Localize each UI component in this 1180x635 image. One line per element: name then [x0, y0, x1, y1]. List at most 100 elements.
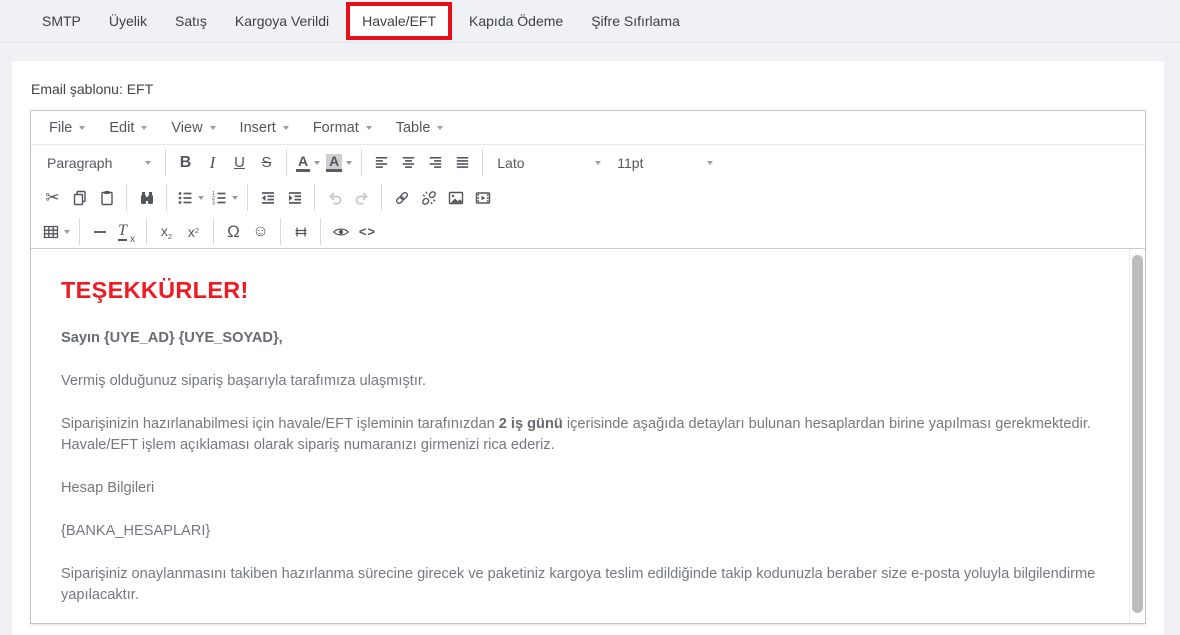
search-replace-button[interactable] [133, 184, 160, 211]
menu-view[interactable]: View [159, 113, 227, 143]
numbered-list-button[interactable]: 123 [207, 184, 241, 211]
tab-smtp[interactable]: SMTP [28, 3, 95, 39]
font-family-value: Lato [497, 155, 524, 171]
tab-sifre-sifirlama[interactable]: Şifre Sıfırlama [577, 3, 694, 39]
toolbar-row-format: Paragraph B I U S A A Lato 11pt [31, 145, 1145, 180]
chevron-down-icon [232, 196, 238, 200]
paragraph-format-select[interactable]: Paragraph [39, 149, 159, 176]
menu-edit[interactable]: Edit [97, 113, 159, 143]
toolbar-separator [482, 149, 483, 176]
align-justify-button[interactable] [449, 149, 476, 176]
chevron-down-icon [366, 126, 372, 130]
redo-button[interactable] [348, 184, 375, 211]
tab-kargoya-verildi[interactable]: Kargoya Verildi [221, 3, 343, 39]
smiley-icon: ☺ [252, 224, 268, 240]
underline-button[interactable]: U [226, 149, 253, 176]
toolbar-separator [213, 218, 214, 245]
clear-formatting-x: x [130, 235, 135, 245]
menu-table-label: Table [396, 120, 431, 136]
table-button[interactable] [39, 218, 73, 245]
editor-content-wrap: TEŞEKKÜRLER! Sayın {UYE_AD} {UYE_SOYAD},… [31, 249, 1145, 623]
paragraph-2-start: Siparişinizin hazırlanabilmesi için hava… [61, 416, 499, 432]
strikethrough-button[interactable]: S [253, 149, 280, 176]
clear-formatting-button[interactable]: Tx [113, 218, 140, 245]
page-break-button[interactable] [287, 218, 314, 245]
menu-file-label: File [49, 120, 72, 136]
bullet-list-button[interactable] [173, 184, 207, 211]
toolbar-separator [165, 149, 166, 176]
eye-icon [332, 223, 350, 241]
template-label: Email şablonu: EFT [31, 81, 1146, 97]
horizontal-rule-button[interactable] [86, 218, 113, 245]
font-size-select[interactable]: 11pt [609, 149, 721, 176]
outdent-button[interactable] [254, 184, 281, 211]
toolbar-separator [79, 218, 80, 245]
preview-button[interactable] [327, 218, 354, 245]
toolbar-separator [166, 184, 167, 211]
menu-view-label: View [171, 120, 202, 136]
remove-link-button[interactable] [415, 184, 442, 211]
copy-button[interactable] [66, 184, 93, 211]
clear-formatting-icon: T [118, 223, 127, 241]
superscript-icon: x2 [188, 224, 199, 240]
binoculars-icon [138, 189, 156, 207]
tab-kapida-odeme[interactable]: Kapıda Ödeme [455, 3, 577, 39]
code-icon: <> [359, 225, 376, 238]
paragraph-2: Siparişinizin hazırlanabilmesi için hava… [61, 414, 1103, 456]
indent-icon [286, 189, 304, 207]
align-right-icon [427, 154, 444, 171]
toolbar-separator [126, 184, 127, 211]
underline-icon: U [234, 155, 245, 170]
unlink-icon [420, 189, 438, 207]
bold-icon: B [180, 155, 192, 171]
menu-table[interactable]: Table [384, 113, 456, 143]
superscript-button[interactable]: x2 [180, 218, 207, 245]
strikethrough-icon: S [261, 155, 271, 170]
indent-button[interactable] [281, 184, 308, 211]
toolbar-separator [361, 149, 362, 176]
chevron-down-icon [437, 126, 443, 130]
tab-satis[interactable]: Satış [161, 3, 221, 39]
menu-format[interactable]: Format [301, 113, 384, 143]
toolbar-separator [381, 184, 382, 211]
insert-media-button[interactable] [469, 184, 496, 211]
menu-insert[interactable]: Insert [228, 113, 301, 143]
cut-button[interactable]: ✂ [39, 184, 66, 211]
media-icon [474, 189, 492, 207]
tab-bar: SMTP Üyelik Satış Kargoya Verildi Havale… [0, 0, 1180, 43]
toolbar-separator [286, 149, 287, 176]
text-color-button[interactable]: A [293, 149, 323, 176]
menu-file[interactable]: File [37, 113, 97, 143]
insert-link-button[interactable] [388, 184, 415, 211]
subscript-icon: x2 [161, 223, 172, 241]
scrollbar-thumb[interactable] [1132, 255, 1143, 613]
align-center-icon [400, 154, 417, 171]
chevron-down-icon [283, 126, 289, 130]
paragraph-3: Hesap Bilgileri [61, 478, 1103, 499]
insert-image-button[interactable] [442, 184, 469, 211]
italic-button[interactable]: I [199, 149, 226, 176]
undo-button[interactable] [321, 184, 348, 211]
bold-button[interactable]: B [172, 149, 199, 176]
toolbar-separator [146, 218, 147, 245]
align-right-button[interactable] [422, 149, 449, 176]
align-center-button[interactable] [395, 149, 422, 176]
image-icon [447, 189, 465, 207]
toolbar-separator [314, 184, 315, 211]
subscript-button[interactable]: x2 [153, 218, 180, 245]
paragraph-2-bold: 2 iş günü [499, 416, 563, 432]
tab-uyelik[interactable]: Üyelik [95, 3, 161, 39]
align-left-button[interactable] [368, 149, 395, 176]
source-code-button[interactable]: <> [354, 218, 381, 245]
background-color-button[interactable]: A [323, 149, 355, 176]
special-character-button[interactable]: Ω [220, 218, 247, 245]
emoticons-button[interactable]: ☺ [247, 218, 274, 245]
chevron-down-icon [79, 126, 85, 130]
menu-insert-label: Insert [240, 120, 276, 136]
paste-button[interactable] [93, 184, 120, 211]
tab-havale-eft[interactable]: Havale/EFT [346, 2, 452, 40]
editor-content[interactable]: TEŞEKKÜRLER! Sayın {UYE_AD} {UYE_SOYAD},… [31, 249, 1129, 623]
chevron-down-icon [145, 161, 151, 165]
font-family-select[interactable]: Lato [489, 149, 609, 176]
chevron-down-icon [64, 230, 70, 234]
